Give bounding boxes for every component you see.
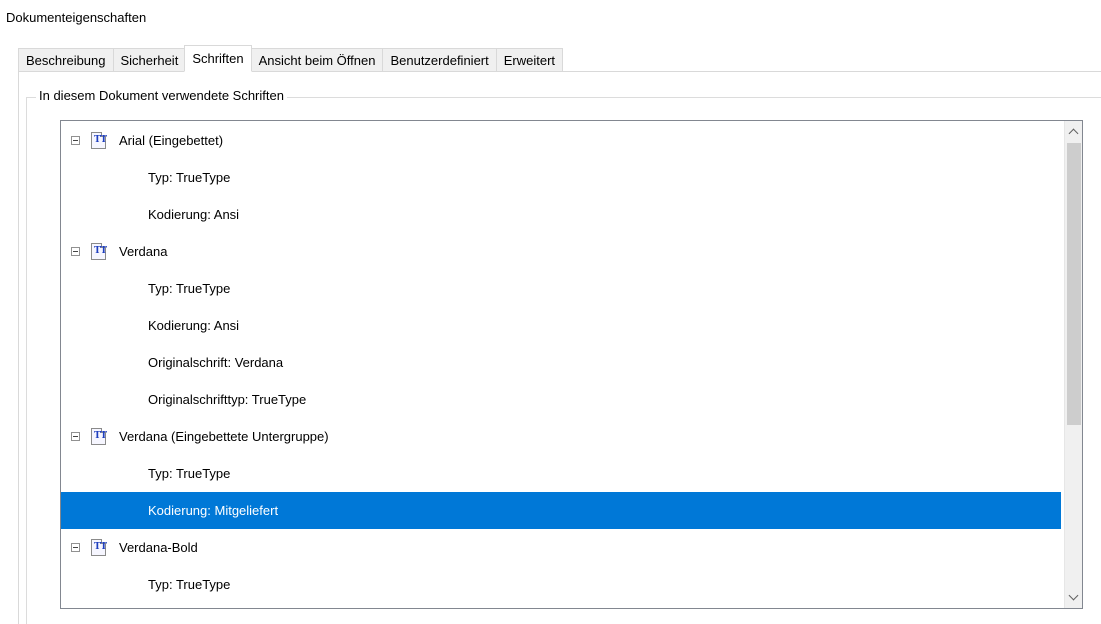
font-property-label: Originalschrifttyp: TrueType [148,392,307,407]
font-name-label: Verdana [119,244,168,259]
tab-sicherheit[interactable]: Sicherheit [112,48,186,72]
collapse-minus-icon[interactable] [71,136,80,145]
font-property-label: Kodierung: Ansi [148,318,240,333]
scroll-up-icon[interactable] [1065,124,1082,141]
font-property-item[interactable]: Typ: TrueType [61,455,1061,492]
font-tree-node[interactable]: TT Verdana [61,233,1061,270]
font-property-item[interactable]: Kodierung: Mitgeliefert [61,492,1061,529]
tab-beschreibung[interactable]: Beschreibung [18,48,113,72]
truetype-font-icon: TT [91,539,107,556]
truetype-font-icon: TT [91,132,107,149]
tab-benutzerdefiniert[interactable]: Benutzerdefiniert [382,48,496,72]
tab-erweitert[interactable]: Erweitert [495,48,564,72]
fonts-tree-rows: TT Arial (Eingebettet) Typ: TrueType Kodier… [61,122,1061,603]
font-tree-node[interactable]: TT Verdana-Bold [61,529,1061,566]
font-property-label: Typ: TrueType [148,466,231,481]
tab-ansicht-beim-oeffnen[interactable]: Ansicht beim Öffnen [250,48,383,72]
fonts-tree[interactable]: TT Arial (Eingebettet) Typ: TrueType Kodier… [60,120,1083,609]
font-name-label: Verdana (Eingebettete Untergruppe) [119,429,329,444]
font-name-label: Arial (Eingebettet) [119,133,224,148]
font-property-item[interactable]: Typ: TrueType [61,566,1061,603]
font-property-item[interactable]: Typ: TrueType [61,270,1061,307]
font-property-item[interactable]: Kodierung: Ansi [61,196,1061,233]
font-name-label: Verdana-Bold [119,540,198,555]
scroll-down-icon[interactable] [1065,588,1082,605]
truetype-font-icon: TT [91,428,107,445]
collapse-minus-icon[interactable] [71,247,80,256]
font-property-label: Kodierung: Ansi [148,207,240,222]
font-property-label: Typ: TrueType [148,577,231,592]
vertical-scrollbar[interactable] [1064,121,1082,608]
collapse-minus-icon[interactable] [71,543,80,552]
font-property-label: Typ: TrueType [148,170,231,185]
font-tree-node[interactable]: TT Verdana (Eingebettete Untergruppe) [61,418,1061,455]
scroll-thumb[interactable] [1067,143,1081,425]
font-property-item[interactable]: Originalschrift: Verdana [61,344,1061,381]
font-tree-node[interactable]: TT Arial (Eingebettet) [61,122,1061,159]
font-property-item[interactable]: Kodierung: Ansi [61,307,1061,344]
window-title: Dokumenteigenschaften [6,10,147,25]
font-property-item[interactable]: Originalschrifttyp: TrueType [61,381,1061,418]
fonts-group-label: In diesem Dokument verwendete Schriften [36,88,287,103]
font-property-item[interactable]: Typ: TrueType [61,159,1061,196]
font-property-label: Typ: TrueType [148,281,231,296]
collapse-minus-icon[interactable] [71,432,80,441]
tab-strip: Beschreibung Sicherheit Schriften Ansich… [18,45,564,72]
font-property-label: Originalschrift: Verdana [148,355,284,370]
font-property-label: Kodierung: Mitgeliefert [148,503,279,518]
truetype-font-icon: TT [91,243,107,260]
tab-schriften[interactable]: Schriften [184,45,252,72]
